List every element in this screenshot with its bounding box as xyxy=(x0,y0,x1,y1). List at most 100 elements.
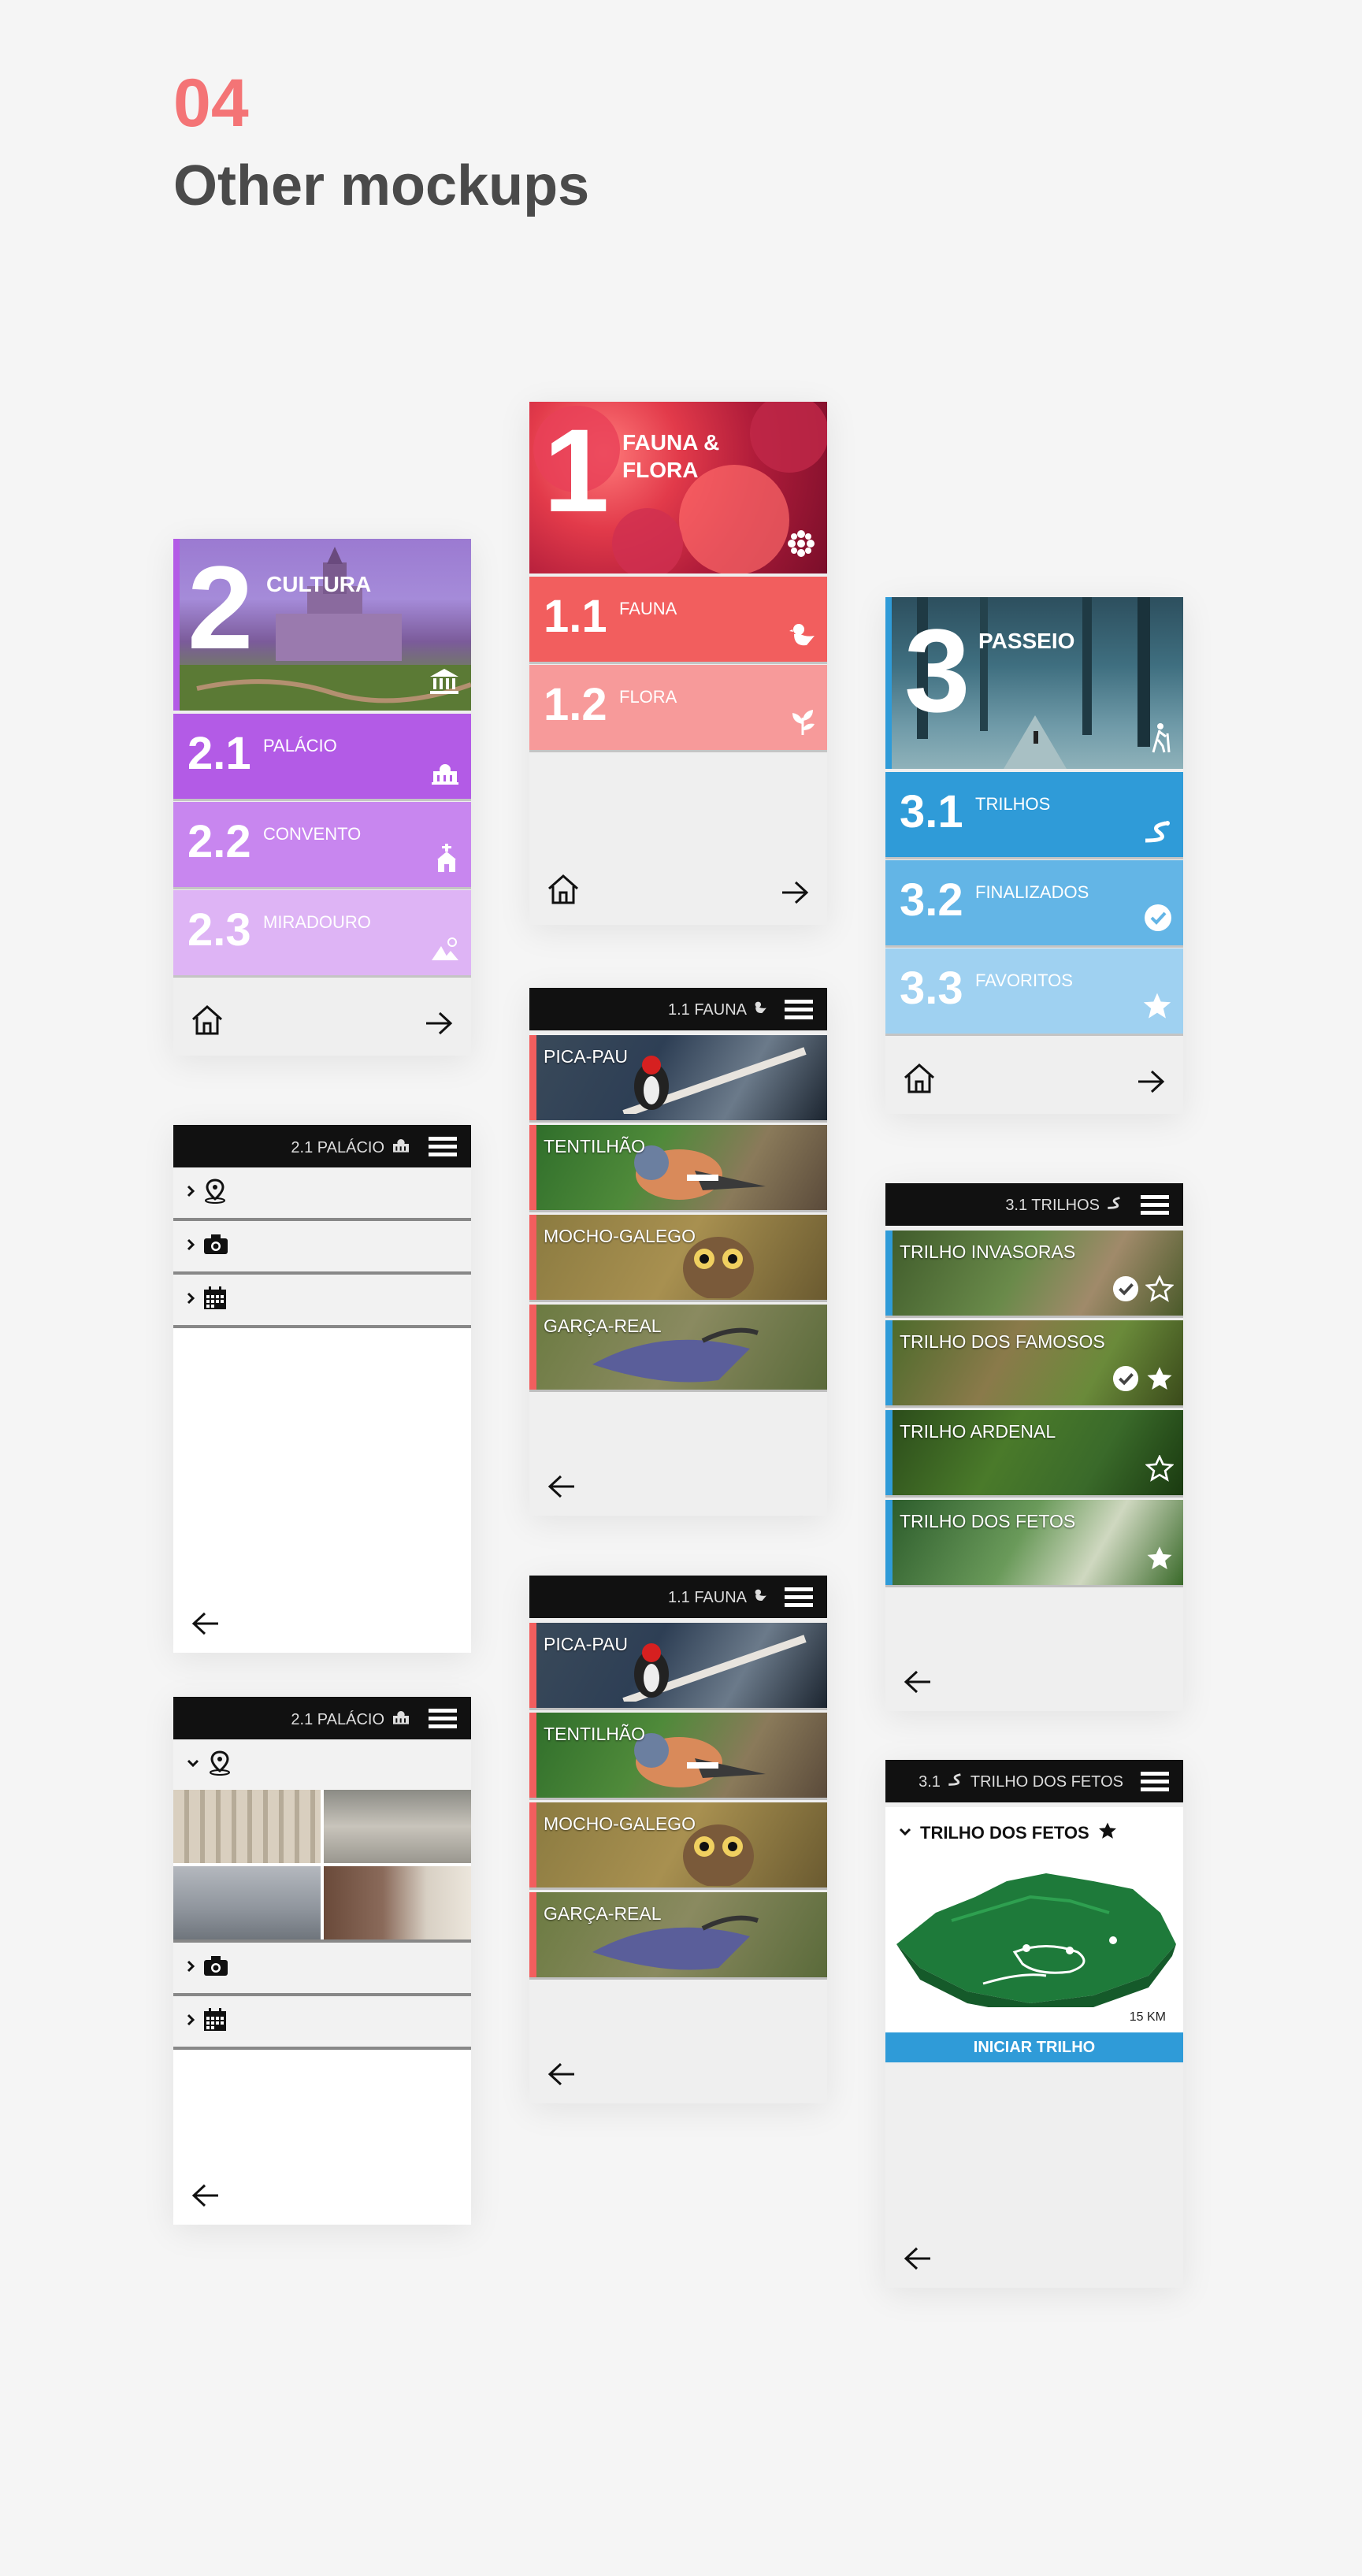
cat-item-finalizados[interactable]: 3.2 FINALIZADOS xyxy=(885,860,1183,945)
list-item[interactable]: MOCHO-GALEGO xyxy=(529,1802,827,1887)
photos-row[interactable] xyxy=(173,1939,471,1996)
back-arrow-icon[interactable] xyxy=(903,2246,933,2275)
cat-item-palacio[interactable]: 2.1 PALÁCIO xyxy=(173,714,471,799)
chevron-right-icon xyxy=(186,1184,195,1202)
star-filled-icon[interactable] xyxy=(1097,1821,1118,1844)
item-number: 3.2 xyxy=(900,874,963,926)
cat-item-miradouro[interactable]: 2.3 MIRADOURO xyxy=(173,890,471,975)
item-number: 3.3 xyxy=(900,963,963,1014)
item-label: PICA-PAU xyxy=(544,1634,628,1654)
home-icon[interactable] xyxy=(547,874,580,909)
hamburger-menu-icon[interactable] xyxy=(429,1707,457,1735)
leaf-icon xyxy=(789,708,816,741)
list-item[interactable]: MOCHO-GALEGO xyxy=(529,1215,827,1300)
trail-icon xyxy=(947,1772,964,1791)
trail-detail-header[interactable]: TRILHO DOS FETOS xyxy=(898,1821,1118,1844)
forward-arrow-icon[interactable] xyxy=(1136,1069,1166,1098)
hamburger-menu-icon[interactable] xyxy=(429,1135,457,1163)
trilhos-list-screen: 3.1 TRILHOS TRILHO INVASORAS TRILHO DOS … xyxy=(885,1183,1183,1711)
header-bar: 3.1 TRILHO DOS FETOS xyxy=(885,1760,1183,1802)
bird-icon xyxy=(753,1588,767,1607)
calendar-icon xyxy=(203,1286,227,1314)
chevron-right-icon xyxy=(186,1291,195,1309)
start-trail-button[interactable]: INICIAR TRILHO xyxy=(885,2032,1183,2062)
hamburger-menu-icon[interactable] xyxy=(785,998,813,1026)
item-label: TENTILHÃO xyxy=(544,1724,646,1744)
list-item[interactable]: PICA-PAU xyxy=(529,1035,827,1120)
cat-item-fauna[interactable]: 1.1 FAUNA xyxy=(529,577,827,662)
list-item[interactable]: GARÇA-REAL xyxy=(529,1305,827,1390)
header-bar: 2.1 PALÁCIO xyxy=(173,1697,471,1739)
back-arrow-icon[interactable] xyxy=(547,1474,577,1503)
hamburger-menu-icon[interactable] xyxy=(1141,1193,1169,1221)
cat-item-flora[interactable]: 1.2 FLORA xyxy=(529,665,827,750)
back-arrow-icon[interactable] xyxy=(903,1669,933,1698)
cat-item-convento[interactable]: 2.2 CONVENTO xyxy=(173,802,471,887)
item-label: FINALIZADOS xyxy=(975,882,1089,902)
fauna-flora-hero[interactable]: 1 FAUNA & FLORA xyxy=(529,402,827,573)
gallery-photo[interactable] xyxy=(173,1866,321,1939)
star-filled-icon[interactable] xyxy=(1145,1545,1174,1576)
back-arrow-icon[interactable] xyxy=(191,2183,221,2212)
gallery-photo[interactable] xyxy=(173,1790,321,1863)
hero-label: FAUNA & FLORA xyxy=(622,430,720,482)
photos-row[interactable] xyxy=(173,1221,471,1275)
museum-icon xyxy=(429,667,460,700)
photo-gallery xyxy=(173,1790,471,1939)
star-outline-icon[interactable] xyxy=(1145,1454,1175,1486)
item-label: GARÇA-REAL xyxy=(544,1903,662,1924)
cat-item-favoritos[interactable]: 3.3 FAVORITOS xyxy=(885,948,1183,1034)
calendar-row[interactable] xyxy=(173,1275,471,1328)
back-arrow-icon[interactable] xyxy=(547,2062,577,2091)
trail-item[interactable]: TRILHO INVASORAS xyxy=(885,1230,1183,1316)
cat-item-trilhos[interactable]: 3.1 TRILHOS xyxy=(885,772,1183,857)
forward-arrow-icon[interactable] xyxy=(780,880,810,909)
gallery-photo[interactable] xyxy=(324,1790,471,1863)
back-arrow-icon[interactable] xyxy=(191,1611,221,1640)
header-bar: 3.1 TRILHOS xyxy=(885,1183,1183,1226)
trail-item[interactable]: TRILHO ARDENAL xyxy=(885,1410,1183,1495)
trail-3d-map xyxy=(896,1873,1176,2007)
hamburger-menu-icon[interactable] xyxy=(1141,1770,1169,1798)
palace-icon xyxy=(391,1709,411,1730)
bottom-nav xyxy=(173,980,471,1056)
item-number: 3.1 xyxy=(900,786,963,837)
header-bar: 1.1 FAUNA xyxy=(529,1576,827,1618)
hero-number: 1 xyxy=(544,404,610,536)
location-row-expanded[interactable] xyxy=(173,1739,471,1790)
trail-icon xyxy=(1142,820,1172,848)
trail-item[interactable]: TRILHO DOS FETOS xyxy=(885,1500,1183,1585)
hero-number: 3 xyxy=(904,604,970,737)
star-outline-icon[interactable] xyxy=(1145,1275,1175,1306)
item-number: 1.2 xyxy=(544,679,607,730)
home-icon[interactable] xyxy=(191,1004,224,1040)
trail-label: TRILHO ARDENAL xyxy=(900,1421,1056,1442)
chevron-down-icon xyxy=(898,1826,912,1840)
list-item[interactable]: TENTILHÃO xyxy=(529,1125,827,1210)
list-item[interactable]: TENTILHÃO xyxy=(529,1713,827,1798)
trail-label: TRILHO INVASORAS xyxy=(900,1242,1076,1262)
cultura-hero[interactable]: 2 CULTURA xyxy=(173,539,471,711)
trail-label: TRILHO DOS FETOS xyxy=(900,1511,1076,1531)
item-label: PICA-PAU xyxy=(544,1046,628,1067)
cultura-menu-screen: 2 CULTURA 2.1 PALÁCIO 2.2 CONVENTO 2.3 M… xyxy=(173,539,471,1056)
passeio-hero[interactable]: 3 PASSEIO xyxy=(885,597,1183,769)
home-icon[interactable] xyxy=(903,1063,936,1098)
list-item[interactable]: PICA-PAU xyxy=(529,1623,827,1708)
camera-icon xyxy=(203,1234,228,1260)
trail-item[interactable]: TRILHO DOS FAMOSOS xyxy=(885,1320,1183,1405)
item-label: MOCHO-GALEGO xyxy=(544,1226,696,1246)
calendar-row[interactable] xyxy=(173,1996,471,2050)
item-label: FAUNA xyxy=(619,599,677,618)
hamburger-menu-icon[interactable] xyxy=(785,1586,813,1613)
hiker-icon xyxy=(1149,722,1172,758)
hero-number: 2 xyxy=(187,541,254,674)
trail-detail-panel: TRILHO DOS FETOS 15 KM xyxy=(885,1807,1183,2032)
location-row[interactable] xyxy=(173,1167,471,1221)
item-number: 2.3 xyxy=(187,904,251,956)
section-title: Other mockups xyxy=(173,154,590,217)
list-item[interactable]: GARÇA-REAL xyxy=(529,1892,827,1977)
star-filled-icon[interactable] xyxy=(1145,1365,1174,1396)
forward-arrow-icon[interactable] xyxy=(424,1011,454,1040)
gallery-photo[interactable] xyxy=(324,1866,471,1939)
